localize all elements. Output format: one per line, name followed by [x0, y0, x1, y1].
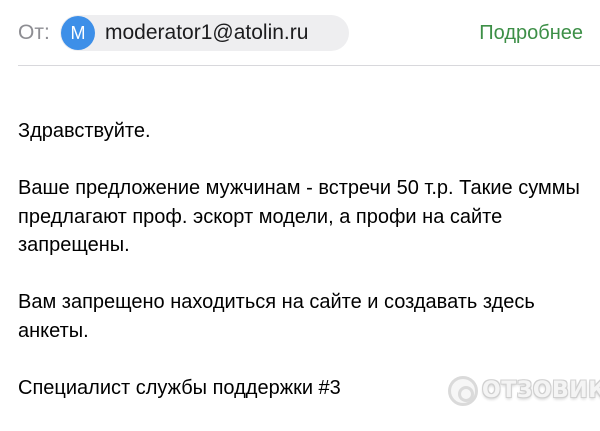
- from-label: От:: [18, 21, 50, 44]
- email-header: От: M moderator1@atolin.ru Подробнее: [0, 0, 600, 66]
- watermark-text: ОТЗОВИК: [482, 378, 600, 403]
- message-paragraph-2: Вам запрещено находиться на сайте и созд…: [18, 291, 535, 342]
- message-paragraph-1: Ваше предложение мужчинам - встречи 50 т…: [18, 177, 580, 256]
- sender-chip[interactable]: M moderator1@atolin.ru: [60, 15, 349, 51]
- sender-email: moderator1@atolin.ru: [105, 21, 309, 44]
- details-link[interactable]: Подробнее: [479, 20, 583, 46]
- watermark-logo-icon: [448, 376, 478, 406]
- header-divider: [18, 65, 600, 66]
- sender-avatar: M: [61, 16, 95, 50]
- message-greeting: Здравствуйте.: [18, 120, 151, 142]
- otzovik-watermark: ОТЗОВИК: [448, 374, 600, 412]
